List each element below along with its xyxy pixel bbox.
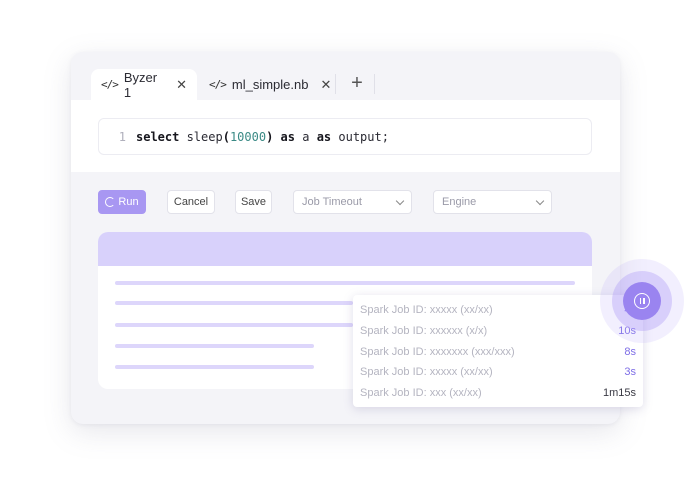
engine-select[interactable]: Engine — [433, 190, 552, 214]
job-row[interactable]: Spark Job ID: xxxxx (xx/xx) 4s — [360, 300, 636, 320]
job-timeout-placeholder: Job Timeout — [302, 196, 362, 208]
tab-divider — [374, 74, 375, 94]
close-icon[interactable]: ✕ — [320, 77, 331, 93]
toolbar: Run Cancel Save Job Timeout Engine — [71, 190, 620, 218]
skeleton-line — [115, 365, 314, 369]
job-duration: 3s — [624, 366, 636, 378]
pause-icon — [634, 293, 650, 309]
job-id: Spark Job ID: xxxxxx (x/x) — [360, 325, 488, 337]
code-icon: </> — [209, 78, 227, 91]
tab-label: ml_simple.nb — [231, 77, 309, 92]
close-icon[interactable]: ✕ — [176, 77, 187, 93]
code-keyword: select — [136, 129, 180, 144]
job-row[interactable]: Spark Job ID: xxxxx (xx/xx) 3s — [360, 362, 636, 382]
skeleton-line — [115, 344, 314, 348]
tab-ml-simple[interactable]: </> ml_simple.nb ✕ — [199, 69, 333, 100]
add-tab-button[interactable]: + — [345, 71, 369, 95]
job-id: Spark Job ID: xxxxx (xx/xx) — [360, 304, 493, 316]
job-timeout-select[interactable]: Job Timeout — [293, 190, 412, 214]
spark-job-list: Spark Job ID: xxxxx (xx/xx) 4s Spark Job… — [353, 295, 643, 407]
code-keyword: as — [273, 129, 295, 144]
loading-spinner-icon — [105, 197, 116, 207]
run-label: Run — [118, 196, 139, 208]
job-duration: 8s — [624, 346, 636, 358]
code-function: sleep — [179, 129, 223, 144]
code-rest: output; — [331, 129, 389, 144]
code-identifier: a — [295, 129, 317, 144]
skeleton-line — [115, 323, 353, 327]
job-duration: 1m15s — [602, 387, 636, 399]
chevron-down-icon — [395, 196, 405, 205]
line-number: 1 — [118, 129, 126, 144]
result-header — [98, 232, 592, 266]
code-paren: ( — [222, 129, 230, 144]
job-id: Spark Job ID: xxxxxxx (xxx/xxx) — [360, 346, 515, 358]
job-row[interactable]: Spark Job ID: xxx (xx/xx) 1m15s — [360, 383, 636, 403]
tab-label: Byzer 1 — [123, 69, 158, 100]
chevron-down-icon — [535, 196, 545, 205]
job-row[interactable]: Spark Job ID: xxxxxxx (xxx/xxx) 8s — [360, 342, 636, 362]
engine-placeholder: Engine — [442, 196, 477, 208]
run-button[interactable]: Run — [98, 190, 146, 214]
save-button[interactable]: Save — [235, 190, 272, 214]
code-line[interactable]: select sleep(10000) as a as output; — [136, 130, 389, 144]
code-keyword: as — [316, 129, 332, 144]
tab-bar: </> Byzer 1 ✕ </> ml_simple.nb ✕ + — [71, 52, 620, 100]
job-id: Spark Job ID: xxxxx (xx/xx) — [360, 366, 493, 378]
editor-area: 1 select sleep(10000) as a as output; — [71, 100, 620, 172]
cancel-button[interactable]: Cancel — [167, 190, 215, 214]
pause-button[interactable] — [623, 282, 661, 320]
job-id: Spark Job ID: xxx (xx/xx) — [360, 387, 482, 399]
code-icon: </> — [101, 78, 119, 91]
code-number: 10000 — [229, 129, 267, 144]
code-editor[interactable]: 1 select sleep(10000) as a as output; — [98, 118, 592, 155]
job-row[interactable]: Spark Job ID: xxxxxx (x/x) 10s — [360, 321, 636, 341]
tab-divider — [335, 74, 336, 94]
skeleton-line — [115, 281, 575, 285]
skeleton-line — [115, 301, 353, 305]
tab-byzer-1[interactable]: </> Byzer 1 ✕ — [91, 69, 197, 100]
